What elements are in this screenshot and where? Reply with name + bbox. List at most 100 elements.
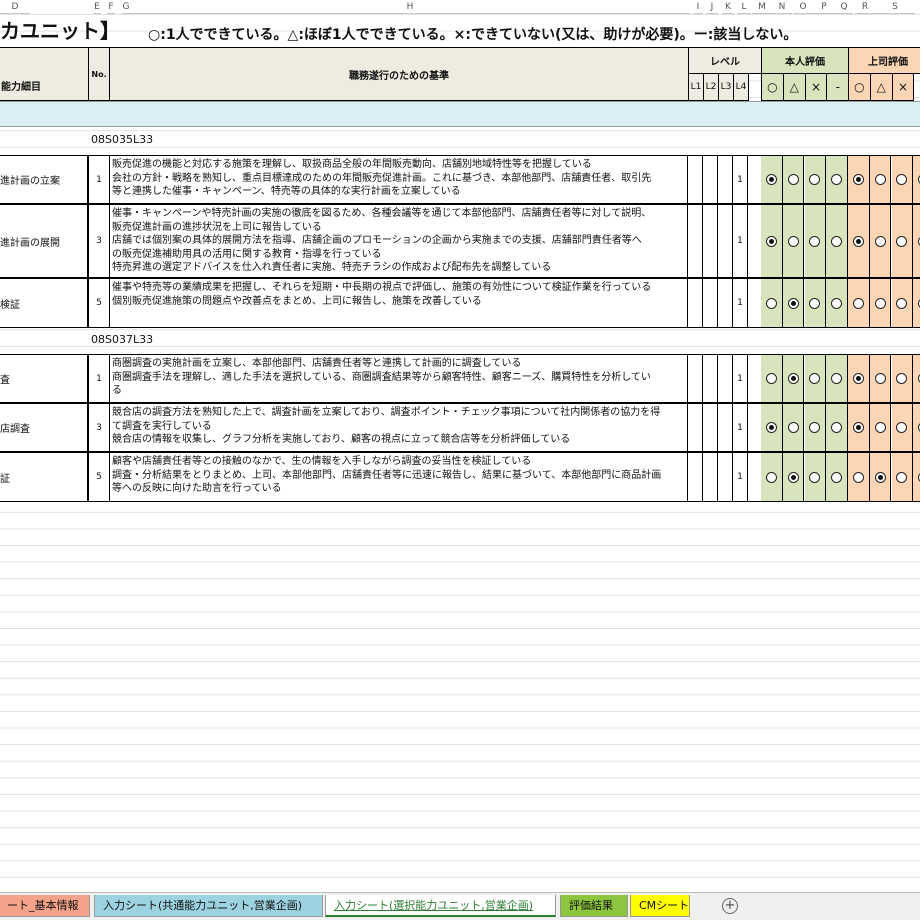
radio-button[interactable] — [852, 235, 864, 247]
radio-button[interactable] — [852, 471, 864, 483]
boss-eval-cell[interactable] — [869, 156, 892, 203]
level-cell[interactable] — [703, 404, 718, 451]
sheet-tab[interactable]: 入力シート(選択能力ユニット,営業企画) — [325, 895, 556, 917]
level-cell[interactable]: 1 — [733, 355, 748, 402]
skill-name[interactable]: 進計画の立案 — [0, 156, 88, 203]
radio-button[interactable] — [765, 422, 777, 433]
column-header-m[interactable]: M — [752, 0, 772, 14]
criteria-text[interactable]: 商圏調査の実施計画を立案し、本部他部門、店舗責任者等と連携して計画的に調査してい… — [110, 355, 688, 402]
boss-eval-cell[interactable] — [891, 205, 914, 277]
level-cell[interactable] — [688, 355, 703, 402]
criteria-text[interactable]: 催事や特売等の業績成果を把握し、それらを短期・中長期の視点で評価し、施策の有効性… — [110, 279, 688, 327]
boss-eval-cell[interactable] — [848, 453, 870, 501]
radio-button[interactable] — [874, 297, 886, 309]
column-header-g[interactable]: G — [122, 0, 130, 14]
self-eval-cell[interactable] — [782, 156, 805, 203]
level-cell[interactable] — [703, 205, 718, 277]
column-header-r[interactable]: R — [855, 0, 875, 14]
boss-eval-cell[interactable] — [848, 355, 870, 402]
criteria-text[interactable]: 競合店の調査方法を熟知した上で、調査計画を立案しており、調査ポイント・チェック事… — [110, 404, 688, 451]
boss-eval-cell[interactable] — [869, 404, 892, 451]
self-eval-cell[interactable] — [761, 279, 783, 327]
level-cell[interactable] — [718, 156, 733, 203]
boss-eval-cell[interactable] — [848, 156, 870, 203]
column-header-p[interactable]: P — [813, 0, 835, 14]
spreadsheet-grid[interactable]: D EFGHIJKLMNOPQRS カユニット】 ○:1人でできている。△:ほぼ1… — [0, 0, 920, 892]
level-cell[interactable] — [718, 355, 733, 402]
self-eval-cell[interactable] — [782, 355, 805, 402]
level-cell[interactable] — [688, 453, 703, 501]
level-cell[interactable] — [703, 355, 718, 402]
radio-button[interactable] — [809, 297, 821, 309]
self-eval-cell[interactable] — [804, 156, 827, 203]
sheet-tab[interactable]: 入力シート(共通能力ユニット,営業企画) — [94, 895, 323, 917]
criteria-text[interactable]: 販売促進の機能と対応する施策を理解し、取扱商品全般の年間販売動向、店舗別地域特性… — [110, 156, 688, 203]
radio-button[interactable] — [787, 297, 799, 309]
radio-button[interactable] — [896, 297, 908, 309]
column-header-d[interactable]: D — [0, 0, 30, 14]
self-eval-cell[interactable] — [761, 355, 783, 402]
boss-eval-cell[interactable] — [869, 205, 892, 277]
level-cell[interactable] — [718, 453, 733, 501]
skill-name[interactable]: 検証 — [0, 279, 88, 327]
boss-eval-cell[interactable] — [913, 404, 920, 451]
boss-eval-cell[interactable] — [891, 156, 914, 203]
self-eval-cell[interactable] — [782, 404, 805, 451]
column-header-o[interactable]: O — [793, 0, 813, 14]
item-no[interactable]: 1 — [88, 156, 110, 203]
boss-eval-cell[interactable] — [891, 355, 914, 402]
boss-eval-cell[interactable] — [869, 279, 892, 327]
self-eval-cell[interactable] — [826, 279, 848, 327]
radio-button[interactable] — [831, 174, 843, 185]
self-eval-cell[interactable] — [782, 205, 805, 277]
radio-button[interactable] — [809, 422, 821, 433]
level-cell[interactable] — [688, 279, 703, 327]
item-no[interactable]: 3 — [88, 404, 110, 451]
item-no[interactable]: 5 — [88, 453, 110, 501]
sheet-tab[interactable]: 評価結果 — [560, 895, 628, 917]
item-no[interactable]: 1 — [88, 355, 110, 402]
radio-button[interactable] — [874, 471, 886, 483]
radio-button[interactable] — [831, 235, 843, 247]
radio-button[interactable] — [809, 235, 821, 247]
radio-button[interactable] — [852, 297, 864, 309]
self-eval-cell[interactable] — [826, 453, 848, 501]
boss-eval-cell[interactable] — [913, 453, 920, 501]
self-eval-cell[interactable] — [826, 156, 848, 203]
radio-button[interactable] — [852, 373, 864, 384]
boss-eval-cell[interactable] — [913, 355, 920, 402]
radio-button[interactable] — [809, 373, 821, 384]
radio-button[interactable] — [787, 174, 799, 185]
level-cell[interactable] — [688, 156, 703, 203]
level-cell[interactable]: 1 — [733, 205, 748, 277]
self-eval-cell[interactable] — [804, 355, 827, 402]
plus-circle-icon[interactable]: + — [722, 898, 738, 914]
skill-name[interactable]: 進計画の展開 — [0, 205, 88, 277]
radio-button[interactable] — [896, 471, 908, 483]
radio-button[interactable] — [809, 471, 821, 483]
radio-button[interactable] — [765, 297, 777, 309]
self-eval-cell[interactable] — [782, 453, 805, 501]
level-cell[interactable]: 1 — [733, 279, 748, 327]
radio-button[interactable] — [765, 471, 777, 483]
radio-button[interactable] — [831, 471, 843, 483]
level-cell[interactable]: 1 — [733, 156, 748, 203]
self-eval-cell[interactable] — [826, 205, 848, 277]
self-eval-cell[interactable] — [826, 355, 848, 402]
self-eval-cell[interactable] — [761, 205, 783, 277]
boss-eval-cell[interactable] — [891, 404, 914, 451]
boss-eval-cell[interactable] — [913, 156, 920, 203]
level-cell[interactable]: 1 — [733, 404, 748, 451]
radio-button[interactable] — [809, 174, 821, 185]
sheet-tab[interactable]: ート_基本情報 — [0, 895, 90, 917]
boss-eval-cell[interactable] — [869, 453, 892, 501]
level-cell[interactable]: 1 — [733, 453, 748, 501]
level-cell[interactable] — [703, 156, 718, 203]
level-cell[interactable] — [718, 205, 733, 277]
self-eval-cell[interactable] — [804, 205, 827, 277]
radio-button[interactable] — [896, 235, 908, 247]
self-eval-cell[interactable] — [804, 453, 827, 501]
boss-eval-cell[interactable] — [891, 279, 914, 327]
column-header-k[interactable]: K — [722, 0, 734, 14]
radio-button[interactable] — [874, 235, 886, 247]
